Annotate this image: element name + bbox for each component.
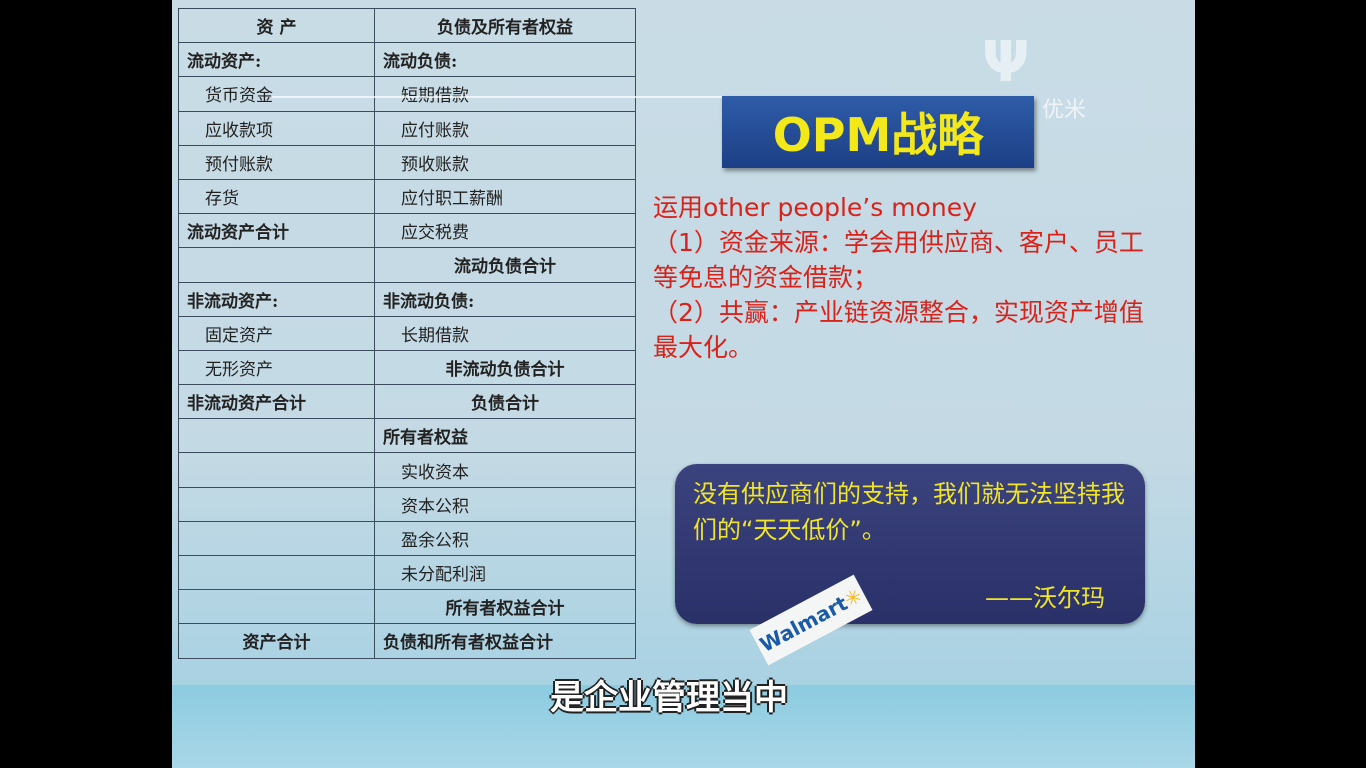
table-row: 未分配利润 [178,554,636,591]
video-subtitle: 是企业管理当中 [550,678,788,718]
asset-cell: 非流动资产合计 [178,384,375,420]
table-row: 所有者权益合计 [178,589,636,625]
liability-cell: 实收资本 [374,452,636,488]
asset-cell: 流动资产合计 [178,213,375,249]
table-row: 盈余公积 [178,520,636,557]
asset-cell: 货币资金 [178,76,375,112]
liability-cell: 资本公积 [374,486,636,522]
body-line: （1）资金来源：学会用供应商、客户、员工等免息的资金借款； [653,228,1144,292]
asset-cell: 无形资产 [178,349,375,386]
asset-cell [178,418,375,454]
liability-cell: 应付职工薪酬 [374,178,636,215]
video-frame: 资 产负债及所有者权益 流动资产: 流动负债: 货币资金 短期借款 应收款项 应付账款 预付账… [172,0,1195,768]
liability-cell: 非流动负债合计 [374,349,636,386]
asset-cell [178,247,375,283]
table-row: 非流动资产合计 负债合计 [178,384,636,420]
table-row: 资产合计 负债和所有者权益合计 [178,623,636,659]
table-row: 无形资产 非流动负债合计 [178,349,636,386]
asset-cell: 流动资产: [178,42,375,78]
slide-title: OPM战略 [722,96,1034,168]
liability-cell: 所有者权益合计 [374,589,636,625]
asset-cell [178,452,375,488]
watermark-text: 优米 [1042,98,1087,123]
liability-cell: 所有者权益 [374,418,636,454]
asset-cell: 非流动资产: [178,281,375,317]
asset-cell: 存货 [178,178,375,215]
asset-cell [178,520,375,557]
liability-cell: 流动负债合计 [374,247,636,283]
asset-cell [178,589,375,625]
table-row: 货币资金 短期借款 [178,76,636,112]
table-row: 存货 应付职工薪酬 [178,178,636,215]
liability-cell: 流动负债: [374,42,636,78]
table-row: 预付账款 预收账款 [178,144,636,180]
body-line: （2）共赢：产业链资源整合，实现资产增值最大化。 [653,298,1144,362]
table-row: 流动资产合计 应交税费 [178,213,636,249]
liability-cell: 负债及所有者权益 [374,7,636,44]
liability-cell: 盈余公积 [374,520,636,557]
table-row: 固定资产 长期借款 [178,315,636,351]
table-row: 所有者权益 [178,418,636,454]
asset-cell: 资产合计 [178,623,375,659]
asset-cell: 预付账款 [178,144,375,180]
liability-cell: 长期借款 [374,315,636,351]
liability-cell: 短期借款 [374,76,636,112]
divider-line [272,96,732,98]
asset-cell [178,486,375,522]
table-row: 非流动资产: 非流动负债: [178,281,636,317]
asset-cell: 应收款项 [178,110,375,146]
table-row: 实收资本 [178,452,636,488]
table-row: 流动负债合计 [178,247,636,283]
quote-attribution: ——沃尔玛 [985,584,1105,612]
liability-cell: 应付账款 [374,110,636,146]
table-row: 资本公积 [178,486,636,522]
asset-cell [178,554,375,591]
liability-cell: 负债和所有者权益合计 [374,623,636,659]
balance-sheet-table: 资 产负债及所有者权益 流动资产: 流动负债: 货币资金 短期借款 应收款项 应付账款 预付账… [178,7,636,659]
liability-cell: 负债合计 [374,384,636,420]
table-row: 流动资产: 流动负债: [178,42,636,78]
youmi-logo-icon: Ψ [982,30,1030,95]
table-row: 资 产负债及所有者权益 [178,7,636,44]
slide-body: 运用other people’s money （1）资金来源：学会用供应商、客户… [653,190,1153,365]
asset-cell: 固定资产 [178,315,375,351]
body-line: 运用other people’s money [653,193,977,222]
asset-cell: 资 产 [178,7,375,44]
liability-cell: 非流动负债: [374,281,636,317]
quote-text: 没有供应商们的支持，我们就无法坚持我们的“天天低价”。 [693,480,1125,544]
liability-cell: 未分配利润 [374,554,636,591]
liability-cell: 应交税费 [374,213,636,249]
quote-box: 没有供应商们的支持，我们就无法坚持我们的“天天低价”。 ——沃尔玛 [675,464,1145,624]
liability-cell: 预收账款 [374,144,636,180]
table-row: 应收款项 应付账款 [178,110,636,146]
